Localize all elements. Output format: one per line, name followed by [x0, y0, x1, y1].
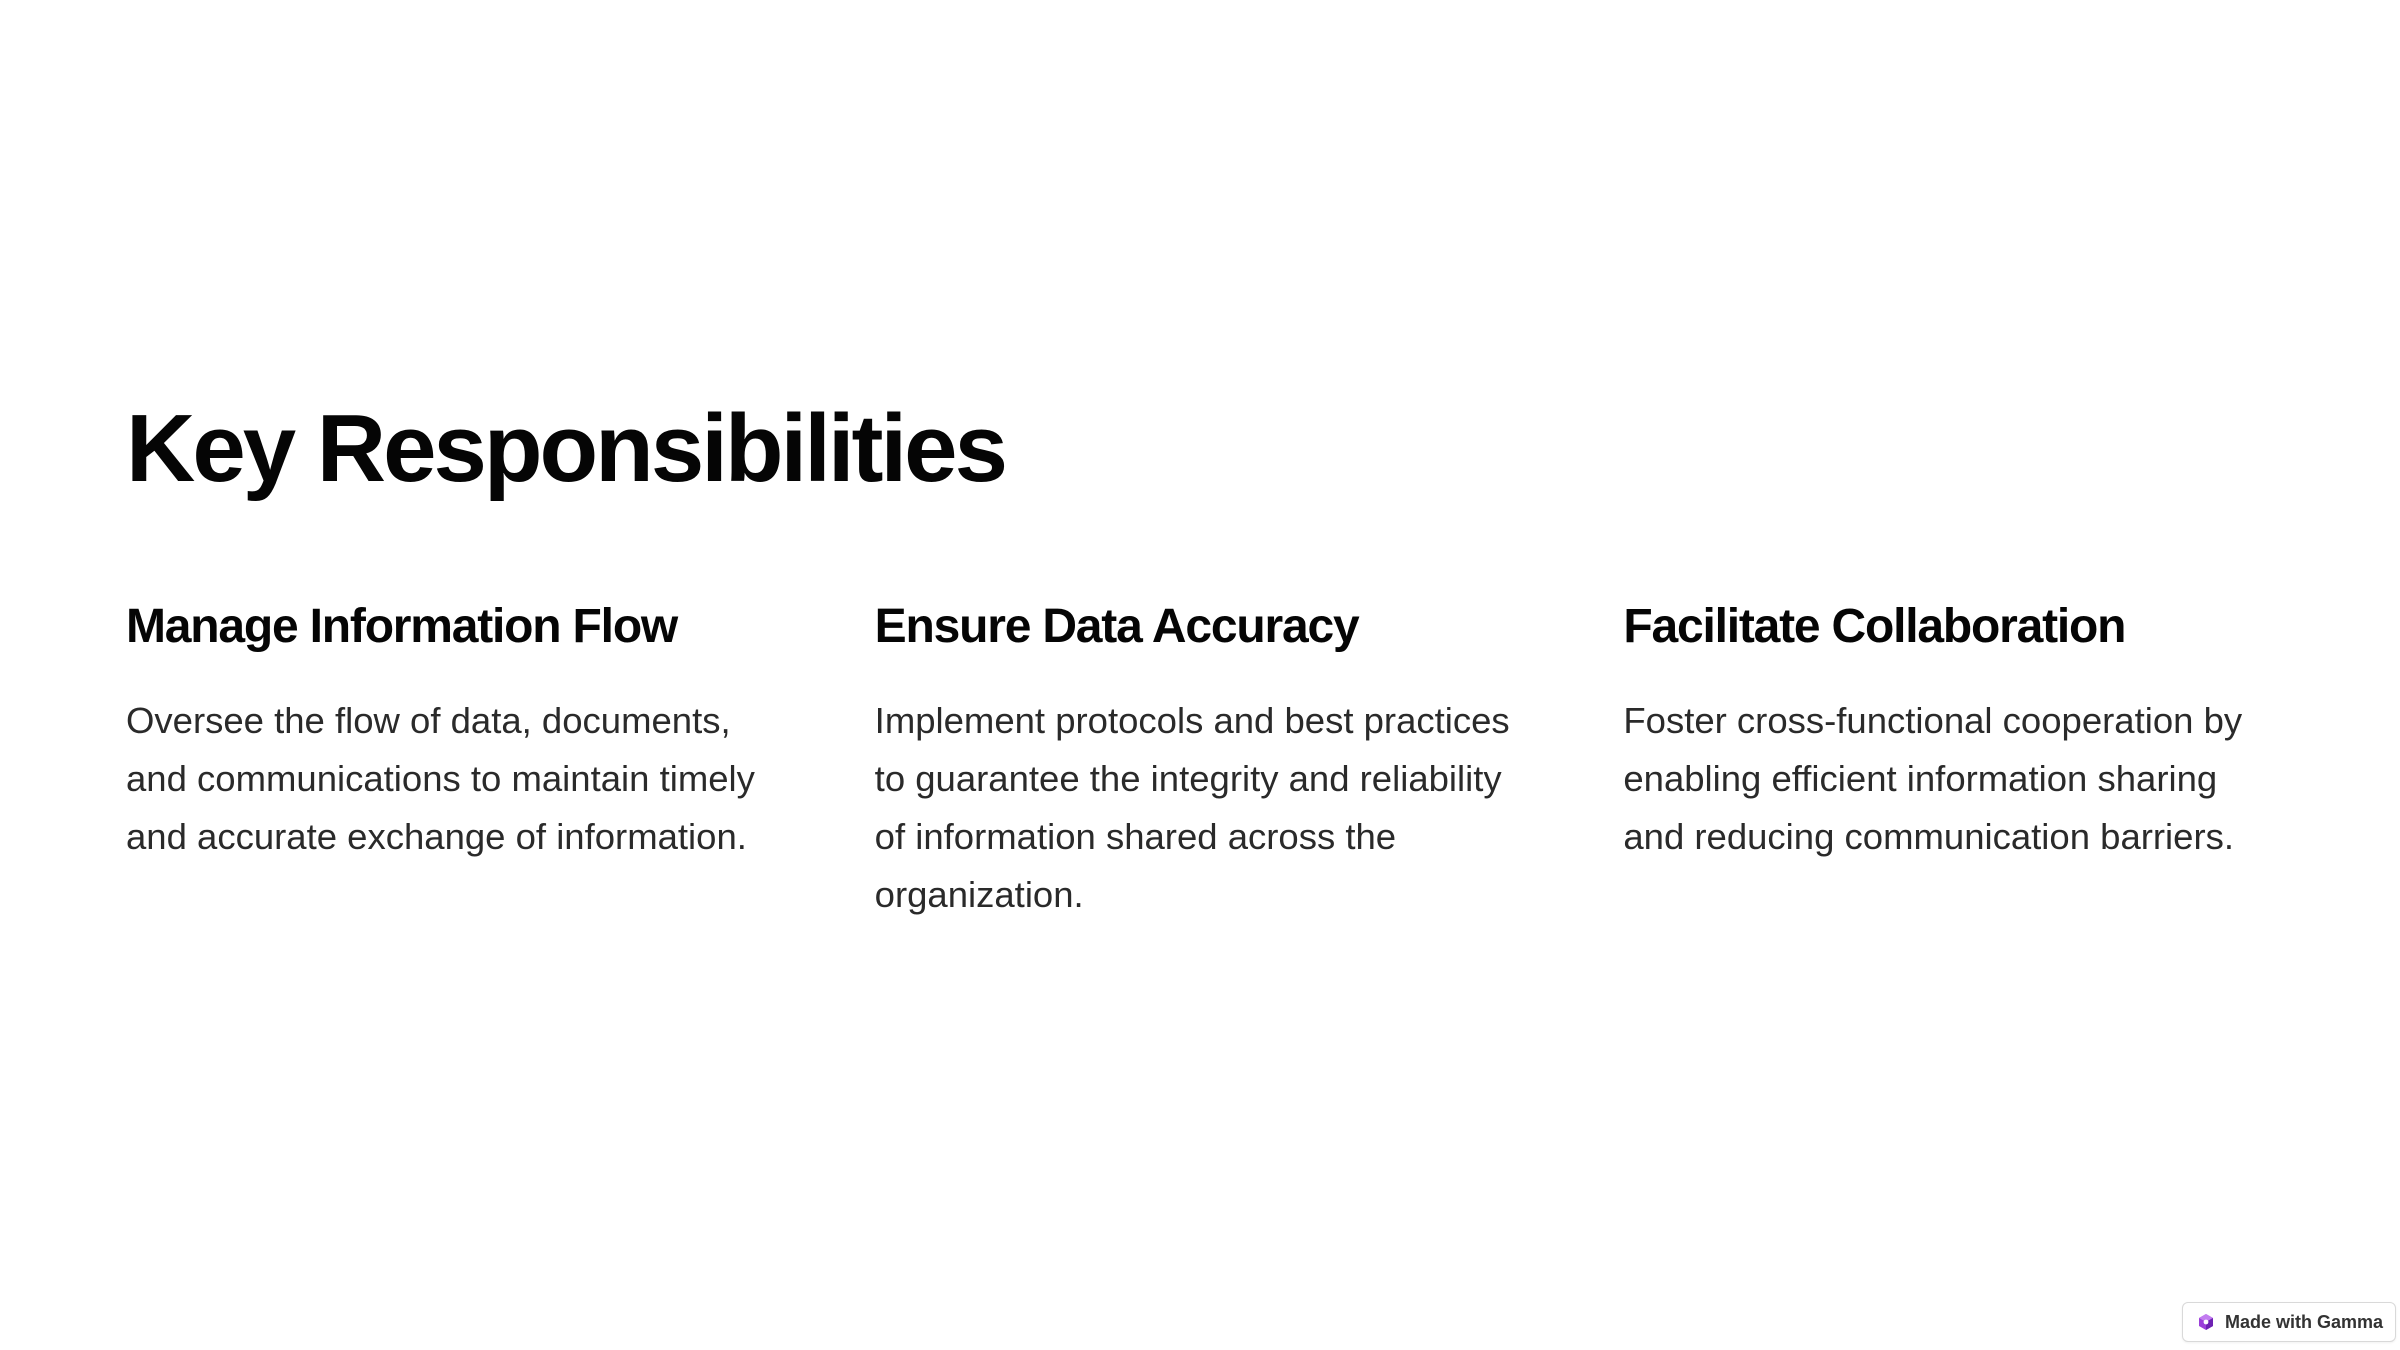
responsibility-heading: Manage Information Flow — [126, 600, 678, 653]
responsibility-description: Oversee the flow of data, documents, and… — [126, 699, 755, 857]
responsibility-card-manage-information-flow: Manage Information Flow Oversee the flow… — [126, 598, 779, 924]
responsibility-description: Foster cross-functional cooperation by e… — [1623, 699, 2243, 857]
responsibility-heading: Facilitate Collaboration — [1623, 600, 2126, 653]
slide: Key Responsibilities Manage Information … — [0, 0, 2400, 1350]
slide-title: Key Responsibilities — [126, 395, 1008, 502]
made-with-gamma-label: Made with Gamma — [2225, 1311, 2384, 1332]
made-with-gamma-button[interactable]: Made with Gamma — [2182, 1302, 2396, 1342]
responsibility-card-ensure-data-accuracy: Ensure Data Accuracy Implement protocols… — [875, 598, 1528, 924]
responsibility-card-facilitate-collaboration: Facilitate Collaboration Foster cross-fu… — [1623, 598, 2276, 924]
responsibility-heading: Ensure Data Accuracy — [874, 600, 1360, 653]
responsibility-description: Implement protocols and best practices t… — [874, 699, 1510, 915]
responsibility-columns: Manage Information Flow Oversee the flow… — [126, 598, 2276, 924]
gamma-logo-icon — [2197, 1313, 2215, 1331]
